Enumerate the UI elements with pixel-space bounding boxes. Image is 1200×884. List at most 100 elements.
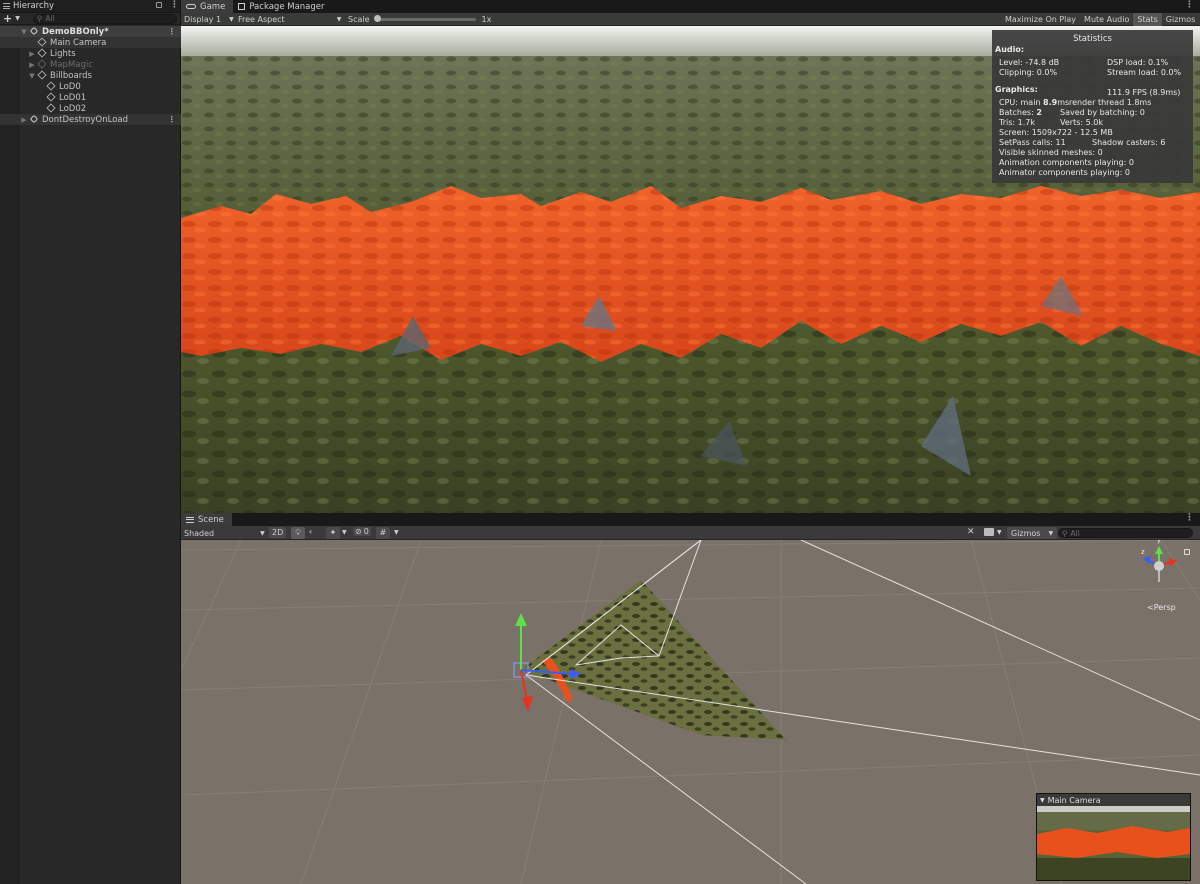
tree-item-lights[interactable]: ▶ Lights [0,48,181,59]
expand-arrow-icon[interactable]: ▶ [20,116,28,124]
animator-components: Animator components playing: 0 [999,168,1130,177]
aspect-dropdown[interactable]: Free Aspect ▼ [238,13,341,26]
kebab-menu-icon[interactable]: ⋮ [1185,0,1194,10]
search-icon: ⚲ [1062,528,1068,538]
gamepad-icon [186,4,196,9]
shading-dropdown[interactable]: Shaded ▼ [184,526,265,540]
expand-arrow-icon[interactable]: ▼ [28,72,36,80]
gameobject-cube-icon [37,37,47,47]
lock-icon[interactable] [1184,549,1190,555]
axis-y-label: y [1157,540,1162,544]
camera-icon[interactable] [984,528,994,536]
slider-thumb[interactable] [373,15,381,22]
tree-item-label: Main Camera [50,37,107,48]
tab-scene-label: Scene [198,514,224,525]
tab-game-label: Game [200,1,226,12]
scale-label: Scale [348,15,370,24]
tree-item-lod01[interactable]: LoD01 [0,92,181,103]
scene-icon [29,26,39,36]
expand-arrow-icon[interactable]: ▶ [28,61,36,69]
graphics-header: Graphics: [995,85,1038,94]
gameobject-cube-icon [37,48,47,58]
shading-label: Shaded [184,528,215,538]
hierarchy-gutter [0,26,20,884]
hidden-objects-icon[interactable]: ⊘ 0 [353,527,371,536]
game-viewport[interactable]: Statistics Audio: Level: -74.8 dB DSP lo… [181,26,1200,513]
hierarchy-search-input[interactable]: ⚲ All [32,13,177,24]
kebab-menu-icon[interactable]: ⋮ [170,0,179,10]
shadow-casters: Shadow casters: 6 [1092,138,1166,147]
scene-gizmos-dropdown[interactable]: Gizmos ▼ [1007,527,1058,539]
gameobject-cube-icon [37,59,47,69]
scale-slider[interactable] [373,15,476,22]
game-panel: Game Package Manager ⋮ Display 1 ▼ Free … [181,0,1200,513]
tools-icon[interactable]: ✕ [967,527,975,537]
chevron-down-icon[interactable]: ▼ [15,15,20,22]
mute-audio-toggle[interactable]: Mute Audio [1080,13,1133,26]
stats-toggle[interactable]: Stats [1133,13,1162,26]
package-icon [238,3,246,10]
scale-control: Scale 1x [348,13,491,26]
statistics-title: Statistics [1073,34,1112,44]
chevron-down-icon: ▼ [229,16,234,23]
search-icon: ⚲ [36,14,43,23]
tab-scene[interactable]: Scene [181,513,232,526]
chevron-down-icon[interactable]: ▼ [342,529,347,536]
gameobject-cube-icon [37,70,47,80]
tab-game[interactable]: Game [181,0,234,13]
kebab-menu-icon[interactable]: ⋮ [168,27,177,37]
tab-package-manager-label: Package Manager [249,1,325,12]
tab-package-manager[interactable]: Package Manager [233,0,332,13]
2d-toggle[interactable]: 2D [269,527,287,538]
tree-item-main-camera[interactable]: Main Camera [0,37,181,48]
chevron-down-icon: ▼ [1048,529,1054,537]
scene-gizmos-label: Gizmos [1011,528,1041,538]
tree-item-lod02[interactable]: LoD02 [0,103,181,114]
add-icon[interactable]: + [3,13,12,24]
kebab-menu-icon[interactable]: ⋮ [1185,513,1194,523]
tree-item-billboards[interactable]: ▼ Billboards [0,70,181,81]
tree-item-demobbonly[interactable]: ▼ DemoBBOnly* ⋮ [0,26,181,37]
lock-icon[interactable] [156,2,162,8]
stream-load: Stream load: 0.0% [1107,68,1182,77]
audio-clipping: Clipping: 0.0% [999,68,1058,77]
expand-arrow-icon[interactable]: ▶ [28,50,36,58]
display-dropdown[interactable]: Display 1 ▼ [184,13,234,26]
animation-components: Animation components playing: 0 [999,158,1134,167]
tree-item-mapmagic[interactable]: ▶ MapMagic [0,59,181,70]
persp-text: Persp [1153,603,1176,612]
gizmos-toggle[interactable]: Gizmos [1162,13,1199,26]
tree-item-label: LoD01 [59,92,87,103]
expand-arrow-icon[interactable]: ▼ [20,28,28,36]
cpu-main: CPU: main 8.9ms [999,98,1069,107]
render-thread: render thread 1.8ms [1069,98,1152,107]
scale-value: 1x [481,15,492,24]
aspect-dropdown-label: Free Aspect [238,15,285,24]
chevron-down-icon[interactable]: ▼ [997,529,1002,536]
scene-search-input[interactable]: ⚲ All [1058,528,1193,538]
scene-viewport[interactable]: y z <Persp ▼ Main Camera [181,540,1200,884]
audio-toggle-icon[interactable]: 🔈︎ [309,527,314,537]
tree-item-label: Lights [50,48,76,59]
scene-panel: Scene ⋮ Shaded ▼ 2D 💡︎ 🔈︎ ✦ ▼ ⊘ 0 # ▼ ✕ ▼… [181,513,1200,884]
batches-label: Batches: [999,108,1037,117]
tree-item-dontdestroyonload[interactable]: ▶ DontDestroyOnLoad ⋮ [0,114,181,125]
grid-toggle-icon[interactable]: # [376,527,390,539]
setpass-calls: SetPass calls: 11 [999,138,1066,147]
hierarchy-tab[interactable]: Hierarchy [3,1,54,11]
tree-item-lod0[interactable]: LoD0 [0,81,181,92]
persp-label[interactable]: <Persp [1147,603,1176,612]
effects-toggle-icon[interactable]: ✦ [326,527,340,539]
kebab-menu-icon[interactable]: ⋮ [168,115,177,125]
hierarchy-toolbar: + ▼ ⚲ All [0,13,180,25]
hierarchy-search-placeholder: All [45,14,55,23]
chevron-down-icon[interactable]: ▼ [1040,797,1045,804]
hierarchy-tab-bar: Hierarchy ⋮ [0,0,180,13]
verts: Verts: 5.0k [1060,118,1103,127]
camera-preview-render [1037,806,1190,880]
maximize-on-play-toggle[interactable]: Maximize On Play [1001,13,1080,26]
chevron-down-icon[interactable]: ▼ [394,529,399,536]
statistics-overlay: Statistics Audio: Level: -74.8 dB DSP lo… [992,30,1193,183]
lighting-toggle-icon[interactable]: 💡︎ [291,527,305,539]
orientation-gizmo[interactable]: y z [1139,540,1179,588]
